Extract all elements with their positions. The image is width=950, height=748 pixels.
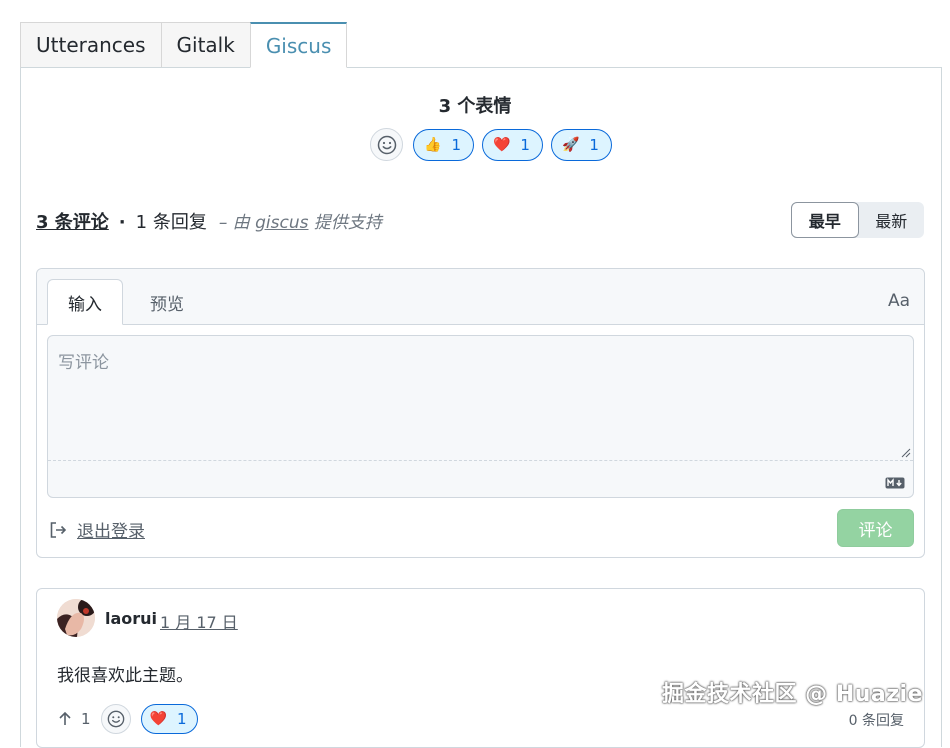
tab-write[interactable]: 输入 bbox=[47, 279, 123, 325]
comment-date[interactable]: 1 月 17 日 bbox=[160, 609, 238, 633]
upvote-button[interactable]: 1 bbox=[57, 710, 91, 728]
tab-preview[interactable]: 预览 bbox=[130, 279, 204, 325]
reaction-row: 👍 1 ❤️ 1 🚀 1 bbox=[370, 128, 612, 161]
submit-comment-button[interactable]: 评论 bbox=[837, 509, 914, 547]
sort-newest-button[interactable]: 最新 bbox=[859, 202, 925, 238]
reaction-heart[interactable]: ❤️ 1 bbox=[481, 128, 543, 161]
giscus-link[interactable]: giscus bbox=[255, 213, 308, 233]
arrow-up-icon bbox=[59, 711, 71, 725]
avatar[interactable] bbox=[57, 599, 95, 637]
comment-card: laorui 1 月 17 日 我很喜欢此主题。 1 ❤️ 1 0 条回复 bbox=[36, 588, 925, 748]
heart-icon: ❤️ bbox=[149, 711, 167, 727]
sign-out-icon bbox=[50, 521, 67, 538]
comment-count-line: 3 条评论 · 1 条回复 – 由 giscus 提供支持 bbox=[36, 208, 382, 234]
markdown-icon bbox=[885, 477, 905, 489]
heart-icon: ❤️ bbox=[492, 136, 511, 153]
sign-out-link[interactable]: 退出登录 bbox=[49, 517, 145, 542]
comment-author[interactable]: laorui bbox=[105, 609, 157, 628]
powered-by: – 由 giscus 提供支持 bbox=[219, 208, 382, 233]
reaction-count: 1 bbox=[520, 135, 530, 154]
watermark: 掘金技术社区 @ Huazie bbox=[662, 682, 924, 707]
comment-reaction-heart[interactable]: ❤️ 1 bbox=[140, 704, 198, 734]
reaction-rocket[interactable]: 🚀 1 bbox=[550, 128, 612, 161]
reactions-title: 3 个表情 bbox=[438, 96, 512, 117]
textarea-placeholder: 写评论 bbox=[58, 353, 109, 373]
sort-oldest-button[interactable]: 最早 bbox=[791, 202, 859, 238]
editor-header: 输入 预览 Aa bbox=[37, 269, 924, 325]
comment-body: 我很喜欢此主题。 bbox=[57, 666, 193, 686]
sign-out-label: 退出登录 bbox=[77, 522, 145, 542]
powered-suffix: 提供支持 bbox=[313, 213, 382, 233]
add-reaction-button[interactable] bbox=[370, 128, 403, 161]
comment-system-tabs: Utterances Gitalk Giscus bbox=[20, 22, 348, 68]
powered-prefix: – 由 bbox=[218, 213, 250, 233]
comment-reply-count: 0 条回复 bbox=[848, 713, 904, 729]
textarea-divider bbox=[48, 460, 913, 461]
tab-utterances[interactable]: Utterances bbox=[20, 22, 162, 68]
reaction-count: 1 bbox=[176, 710, 187, 728]
separator: · bbox=[118, 212, 126, 233]
smiley-icon bbox=[107, 710, 124, 728]
comment-editor: 输入 预览 Aa 写评论 退出登录 评论 bbox=[36, 268, 925, 558]
comment-textarea[interactable]: 写评论 bbox=[47, 335, 914, 498]
comment-actions: 1 ❤️ 1 bbox=[57, 704, 198, 734]
reply-count: 1 条回复 bbox=[135, 212, 207, 233]
smiley-icon bbox=[377, 135, 396, 154]
reaction-count: 1 bbox=[589, 135, 599, 154]
tab-giscus[interactable]: Giscus bbox=[249, 22, 348, 68]
reaction-thumbs-up[interactable]: 👍 1 bbox=[413, 128, 474, 161]
reaction-count: 1 bbox=[451, 135, 461, 154]
tab-gitalk[interactable]: Gitalk bbox=[160, 22, 251, 68]
sort-toggle: 最早 最新 bbox=[791, 202, 924, 238]
add-reaction-button[interactable] bbox=[100, 704, 131, 734]
upvote-count: 1 bbox=[81, 710, 91, 728]
text-format-icon[interactable]: Aa bbox=[888, 291, 910, 311]
resize-handle-icon[interactable] bbox=[901, 448, 911, 458]
thumbs-up-icon: 👍 bbox=[424, 136, 442, 153]
rocket-icon: 🚀 bbox=[561, 136, 580, 153]
comment-count-link[interactable]: 3 条评论 bbox=[36, 208, 109, 234]
